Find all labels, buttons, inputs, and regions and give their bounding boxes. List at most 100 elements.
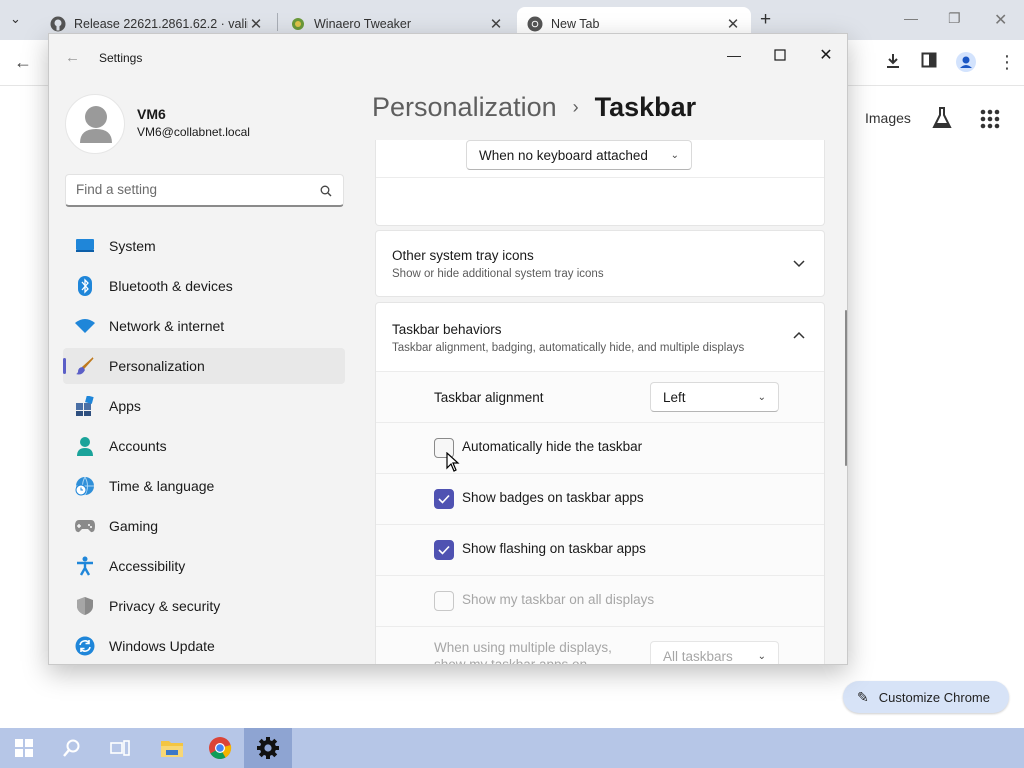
dropdown-value: When no keyboard attached	[479, 147, 648, 163]
new-tab-button[interactable]: +	[760, 9, 771, 31]
user-silhouette-icon	[80, 106, 112, 143]
nav-item-label: Personalization	[109, 358, 205, 374]
nav-item-accessibility[interactable]: Accessibility	[63, 548, 345, 584]
images-link[interactable]: Images	[865, 110, 911, 126]
close-tab-icon[interactable]: ✕	[725, 15, 741, 33]
labs-flask-icon[interactable]	[931, 106, 953, 135]
breadcrumb-chevron-icon: ›	[572, 97, 579, 117]
gamepad-icon	[75, 516, 95, 536]
tab-divider	[277, 13, 278, 31]
minimize-button[interactable]: —	[719, 40, 749, 70]
multi-display-label-line2: show my taskbar apps on	[434, 657, 588, 665]
github-icon	[50, 16, 66, 32]
task-view-button[interactable]	[96, 728, 144, 768]
search-icon	[63, 739, 80, 757]
close-button[interactable]: ✕	[811, 40, 841, 70]
nav-item-label: Network & internet	[109, 318, 225, 334]
back-arrow-icon[interactable]: ←	[65, 49, 80, 66]
start-button[interactable]	[0, 728, 48, 768]
nav-item-label: Windows Update	[109, 638, 215, 654]
nav-item-windows-update[interactable]: Windows Update	[63, 628, 345, 664]
profile-icon[interactable]	[956, 52, 976, 77]
more-menu-icon[interactable]: ⋮	[998, 52, 1016, 73]
minimize-icon[interactable]: —	[904, 10, 918, 26]
other-tray-icons-expander[interactable]: Other system tray icons Show or hide add…	[375, 230, 825, 297]
nav-item-label: Accounts	[109, 438, 167, 454]
multi-display-dropdown[interactable]: All taskbars ⌄	[650, 641, 779, 664]
avatar[interactable]	[65, 94, 125, 154]
checkmark-icon	[438, 545, 450, 555]
dropdown-value: Left	[663, 389, 686, 405]
nav-item-system[interactable]: System	[63, 228, 345, 264]
breadcrumb: Personalization › Taskbar	[372, 92, 696, 123]
nav-item-label: Apps	[109, 398, 141, 414]
winaero-icon	[290, 16, 306, 32]
close-icon[interactable]: ✕	[994, 10, 1007, 30]
nav-item-accounts[interactable]: Accounts	[63, 428, 345, 464]
taskbar-alignment-dropdown[interactable]: Left ⌄	[650, 382, 779, 412]
google-apps-grid-icon[interactable]	[980, 109, 1000, 134]
bluetooth-icon	[75, 276, 95, 296]
nav-item-network[interactable]: Network & internet	[63, 308, 345, 344]
nav-item-personalization[interactable]: Personalization	[63, 348, 345, 384]
flashing-checkbox[interactable]	[434, 540, 454, 560]
taskbar-behaviors-header[interactable]: Taskbar behaviors Taskbar alignment, bad…	[376, 303, 824, 371]
divider	[376, 177, 824, 178]
settings-titlebar: ← Settings — ✕	[49, 34, 847, 82]
user-name: VM6	[137, 106, 166, 122]
update-icon	[75, 636, 95, 656]
taskbar-settings[interactable]	[244, 728, 292, 768]
badges-row: Show badges on taskbar apps	[376, 473, 824, 524]
nav-item-apps[interactable]: Apps	[63, 388, 345, 424]
content-scrollbar[interactable]	[845, 310, 847, 466]
chrome-icon	[209, 737, 232, 759]
close-tab-icon[interactable]: ✕	[488, 15, 504, 33]
nav-item-time-language[interactable]: Time & language	[63, 468, 345, 504]
restore-icon[interactable]: ❐	[948, 10, 961, 27]
maximize-button[interactable]	[765, 40, 795, 70]
auto-hide-row: Automatically hide the taskbar	[376, 422, 824, 473]
download-icon[interactable]	[884, 52, 902, 75]
expander-title: Taskbar behaviors	[392, 322, 502, 337]
breadcrumb-parent[interactable]: Personalization	[372, 92, 557, 123]
side-panel-icon[interactable]	[921, 52, 937, 73]
windows-taskbar	[0, 728, 1024, 768]
expander-title: Other system tray icons	[392, 248, 534, 263]
nav-item-label: Gaming	[109, 518, 159, 534]
pencil-icon: ✎	[857, 688, 869, 705]
settings-search-box[interactable]	[65, 174, 344, 207]
flashing-row: Show flashing on taskbar apps	[376, 524, 824, 575]
auto-hide-label: Automatically hide the taskbar	[462, 439, 643, 454]
nav-item-gaming[interactable]: Gaming	[63, 508, 345, 544]
badges-checkbox[interactable]	[434, 489, 454, 509]
person-icon	[75, 436, 95, 456]
tab-search-chevron-icon[interactable]: ⌄	[10, 11, 21, 27]
all-displays-checkbox[interactable]	[434, 591, 454, 611]
back-icon[interactable]: ←	[14, 52, 32, 73]
nav-item-label: Accessibility	[109, 558, 186, 574]
chrome-icon	[527, 16, 543, 32]
search-input[interactable]	[76, 182, 306, 197]
task-view-icon	[110, 740, 130, 756]
chevron-up-icon	[792, 329, 808, 345]
nav-item-bluetooth[interactable]: Bluetooth & devices	[63, 268, 345, 304]
taskbar-alignment-row: Taskbar alignment Left ⌄	[376, 371, 824, 422]
gear-icon	[257, 737, 279, 759]
nav-item-label: System	[109, 238, 156, 254]
flashing-label: Show flashing on taskbar apps	[462, 541, 646, 556]
taskbar-search-button[interactable]	[48, 728, 96, 768]
taskbar-chrome[interactable]	[196, 728, 244, 768]
chevron-down-icon: ⌄	[670, 149, 679, 161]
close-tab-icon[interactable]: ✕	[248, 15, 264, 33]
mouse-cursor-icon	[446, 452, 460, 472]
nav-item-privacy[interactable]: Privacy & security	[63, 588, 345, 624]
globe-clock-icon	[75, 476, 95, 496]
windows-logo-icon	[15, 739, 33, 757]
touch-keyboard-dropdown[interactable]: When no keyboard attached ⌄	[466, 140, 692, 170]
search-icon[interactable]	[320, 184, 332, 202]
chevron-down-icon: ⌄	[757, 650, 766, 662]
multi-display-label-line1: When using multiple displays,	[434, 640, 612, 655]
customize-chrome-button[interactable]: ✎ Customize Chrome	[843, 681, 1009, 713]
taskbar-file-explorer[interactable]	[148, 728, 196, 768]
chevron-down-icon: ⌄	[757, 391, 766, 403]
